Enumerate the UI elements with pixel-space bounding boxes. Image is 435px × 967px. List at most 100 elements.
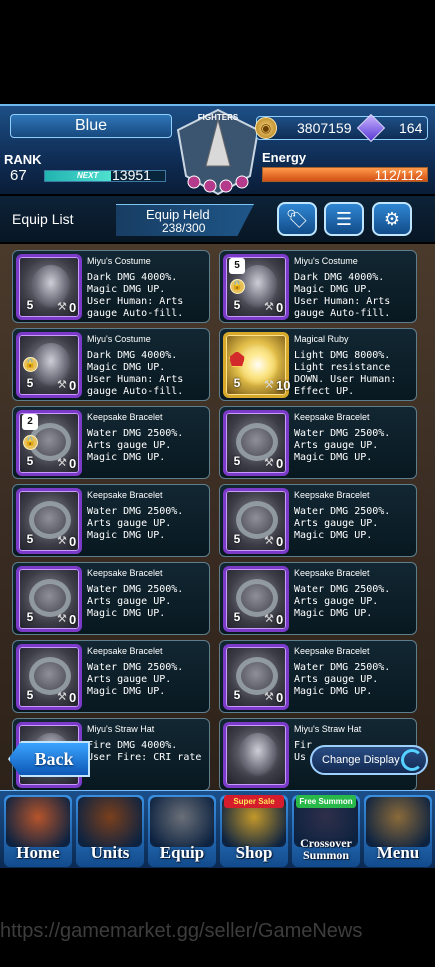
- nav-equip[interactable]: Equip: [148, 795, 216, 867]
- equip-thumbnail: 5 ⚒0: [223, 488, 289, 554]
- upgrade-count: 0: [276, 690, 284, 705]
- rank-value: 67: [10, 167, 27, 184]
- description-line: Magic DMG UP.: [87, 362, 166, 373]
- player-name[interactable]: Blue: [10, 114, 172, 138]
- equip-card[interactable]: 5 ⚒0 Miyu's Costume Dark DMG 4000%.Magic DM…: [12, 250, 210, 323]
- upgrade-count: 0: [69, 534, 77, 549]
- description-line: Water DMG 2500%.: [294, 506, 391, 517]
- nav-menu[interactable]: Menu: [364, 795, 432, 867]
- nav-label: Crossover Summon: [300, 836, 352, 862]
- equip-card[interactable]: 5🔒5⚒0Miyu's CostumeDark DMG 4000%.Magic …: [219, 250, 417, 323]
- equip-thumbnail: 2 🔒5 ⚒0: [16, 410, 82, 476]
- hammer-icon: ⚒: [264, 690, 274, 703]
- equip-description: Water DMG 2500%. Arts gauge UP. Magic DMG …: [87, 428, 207, 464]
- change-display-button[interactable]: Change Display: [310, 745, 428, 775]
- star-level: 5: [225, 289, 247, 318]
- description-line: Magic DMG UP.: [87, 686, 166, 697]
- description-line: Magic DMG UP.: [294, 530, 373, 541]
- equip-description: Dark DMG 4000%. Magic DMG UP. User Human: …: [87, 272, 207, 320]
- description-line: Effect UP.: [294, 386, 355, 397]
- gil-coin-icon: ◉: [255, 117, 277, 139]
- next-exp-value: 13951: [112, 167, 151, 183]
- description-line: Arts gauge UP.: [87, 674, 172, 685]
- upgrade-count: 0: [69, 612, 77, 627]
- bottom-nav: Home Units Equip Super Sale Shop Free Summon C…: [0, 790, 435, 868]
- nav-crossover-summon[interactable]: Free Summon Crossover Summon: [292, 795, 360, 867]
- hammer-icon: ⚒: [264, 456, 274, 469]
- equip-card[interactable]: 5 ⚒0 Keepsake Bracelet Water DMG 2500%.Arts…: [219, 406, 417, 479]
- description-line: Magic DMG UP.: [87, 284, 166, 295]
- description-line: gauge Auto-fill.: [87, 386, 184, 397]
- energy-label: Energy: [262, 150, 307, 165]
- nav-units[interactable]: Units: [76, 795, 144, 867]
- sort-button[interactable]: ☰: [324, 202, 364, 236]
- equip-name: Keepsake Bracelet: [87, 646, 163, 656]
- equip-name: Keepsake Bracelet: [87, 412, 163, 422]
- description-line: Magic DMG UP.: [87, 452, 166, 463]
- nav-shop[interactable]: Super Sale Shop: [220, 795, 288, 867]
- tag-filter-button[interactable]: 🏷: [277, 202, 317, 236]
- equip-card[interactable]: 5 ⚒0 Keepsake Bracelet Water DMG 2500%.Arts…: [219, 562, 417, 635]
- equip-name: Keepsake Bracelet: [294, 412, 370, 422]
- star-level: 5: [225, 523, 247, 552]
- tag-icon: 🏷: [285, 208, 309, 230]
- nav-badge: Super Sale: [224, 795, 284, 808]
- back-button[interactable]: Back: [8, 741, 90, 777]
- lock-icon: 🔒: [230, 279, 245, 294]
- equip-card[interactable]: 🔒5 ⚒0 Miyu's Costume Dark DMG 4000%.Magic D…: [12, 328, 210, 401]
- lapis-value: 164: [399, 120, 423, 136]
- description-line: Magic DMG UP.: [294, 686, 373, 697]
- description-line: User Human: Arts: [87, 296, 184, 307]
- hammer-icon: ⚒: [57, 612, 67, 625]
- equip-card[interactable]: 5 ⚒0 Keepsake Bracelet Water DMG 2500%.Arts…: [219, 640, 417, 713]
- equip-card[interactable]: 5 ⚒0 Keepsake Bracelet Water DMG 2500%.Arts…: [219, 484, 417, 557]
- equip-name: Miyu's Costume: [87, 334, 151, 344]
- hammer-icon: ⚒: [264, 378, 274, 391]
- equip-card[interactable]: 5 ⚒0 Keepsake Bracelet Water DMG 2500%.Arts…: [12, 640, 210, 713]
- hammer-icon: ⚒: [264, 300, 274, 313]
- equip-thumbnail: 5 ⚒10: [223, 332, 291, 398]
- screen: Blue RANK 67 NEXT 13951 FIGHTERS ◉ 38071…: [0, 0, 435, 967]
- equip-description: Water DMG 2500%. Arts gauge UP. Magic DMG …: [87, 506, 207, 542]
- description-line: Magic DMG UP.: [294, 608, 373, 619]
- change-display-label: Change Display: [322, 754, 400, 766]
- equip-description: Dark DMG 4000%. Magic DMG UP. User Human: …: [87, 350, 207, 398]
- equip-held-box: Equip Held 238/300: [116, 204, 254, 236]
- equip-description: Water DMG 2500%. Arts gauge UP. Magic DMG …: [294, 428, 414, 464]
- cycle-icon: [401, 749, 423, 771]
- currency-plate: ◉ 3807159 164: [255, 113, 428, 143]
- equip-list-bar: Equip List Equip Held 238/300 🏷 ☰ ⚙: [0, 196, 435, 242]
- settings-button[interactable]: ⚙: [372, 202, 412, 236]
- upgrade-count: 10: [276, 378, 291, 393]
- equip-card[interactable]: 2 🔒5 ⚒0 Keepsake Bracelet Water DMG 2500%.Ar…: [12, 406, 210, 479]
- nav-home[interactable]: Home: [4, 795, 72, 867]
- equip-card[interactable]: 5 ⚒10 Magical Ruby Light DMG 8000%.Light re…: [219, 328, 417, 401]
- equip-description: Water DMG 2500%. Arts gauge UP. Magic DMG …: [294, 662, 414, 698]
- nav-art-icon: [366, 797, 430, 847]
- nav-label: Menu: [376, 843, 420, 862]
- description-line: DOWN. User Human:: [294, 374, 397, 385]
- player-header: Blue RANK 67 NEXT 13951 FIGHTERS ◉ 38071…: [0, 104, 435, 196]
- nav-label: Equip: [159, 843, 205, 862]
- description-line: gauge Auto-fill.: [87, 308, 184, 319]
- equip-thumbnail: 🔒5 ⚒0: [16, 332, 82, 398]
- equip-thumbnail: [223, 722, 289, 788]
- description-line: User Human: Arts: [294, 296, 391, 307]
- equip-name: Miyu's Costume: [294, 256, 358, 266]
- stack-count: 5: [229, 258, 245, 274]
- equip-description: Dark DMG 4000%. Magic DMG UP. User Human: …: [294, 272, 414, 320]
- equip-description: Fire DMG 4000%. User Fire: CRI rate: [87, 740, 207, 764]
- equip-card[interactable]: 5 ⚒0 Keepsake Bracelet Water DMG 2500%.Arts…: [12, 484, 210, 557]
- equip-name: Magical Ruby: [294, 334, 349, 344]
- game-logo-emblem: FIGHTERS: [176, 108, 260, 196]
- description-line: Magic DMG UP.: [294, 284, 373, 295]
- upgrade-count: 0: [276, 534, 284, 549]
- lock-icon: 🔒: [23, 435, 38, 450]
- watermark: https://gamemarket.gg/seller/GameNews: [0, 920, 363, 942]
- hammer-icon: ⚒: [264, 534, 274, 547]
- equip-card[interactable]: 5 ⚒0 Keepsake Bracelet Water DMG 2500%.Arts…: [12, 562, 210, 635]
- nav-label: Shop: [235, 843, 273, 862]
- lock-icon: 🔒: [23, 357, 38, 372]
- equip-thumbnail: 5 ⚒0: [223, 410, 289, 476]
- nav-art-icon: [150, 797, 214, 847]
